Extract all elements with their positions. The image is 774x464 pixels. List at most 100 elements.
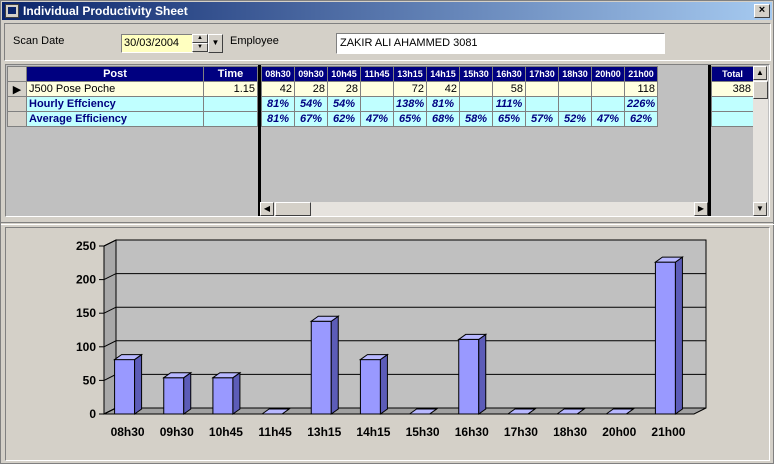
hour-value-cell[interactable] xyxy=(459,96,493,112)
hour-column-header[interactable]: 11h45 xyxy=(360,66,394,82)
scan-date-input[interactable]: 30/03/2004 xyxy=(121,34,193,53)
hour-value-cell[interactable]: 28 xyxy=(327,81,361,97)
row-selector[interactable] xyxy=(7,96,27,112)
hour-value-cell[interactable]: 111% xyxy=(492,96,526,112)
scroll-right-icon[interactable]: ▶ xyxy=(694,202,708,216)
hour-column-header[interactable]: 09h30 xyxy=(294,66,328,82)
hour-value-cell[interactable]: 68% xyxy=(426,111,460,127)
scroll-up-icon[interactable]: ▲ xyxy=(753,66,767,80)
x-tick-label: 18h30 xyxy=(553,425,587,439)
scroll-down-icon[interactable]: ▼ xyxy=(753,202,767,216)
hour-value-cell[interactable]: 81% xyxy=(426,96,460,112)
hour-value-cell[interactable]: 67% xyxy=(294,111,328,127)
bar-side xyxy=(478,333,487,415)
date-dropdown-button[interactable]: ▼ xyxy=(208,34,223,53)
post-cell[interactable]: Hourly Effciency xyxy=(26,96,204,112)
table-row[interactable]: 81% 54% 54% 138% 81% 111% 226% xyxy=(261,96,658,112)
hour-value-cell[interactable] xyxy=(525,81,559,97)
post-column-header[interactable]: Post xyxy=(26,66,204,82)
hour-value-cell[interactable] xyxy=(525,96,559,112)
hour-column-header[interactable]: 13h15 xyxy=(393,66,427,82)
hour-value-cell[interactable]: 65% xyxy=(492,111,526,127)
time-column-header[interactable]: Time xyxy=(203,66,258,82)
hour-column-header[interactable]: 10h45 xyxy=(327,66,361,82)
bar-13h15 xyxy=(309,315,340,415)
bar-front xyxy=(359,359,381,415)
spin-up-icon[interactable]: ▲ xyxy=(192,34,208,43)
hour-value-cell[interactable]: 138% xyxy=(393,96,427,112)
post-cell[interactable]: Average Efficiency xyxy=(26,111,204,127)
bar-21h00 xyxy=(653,256,684,415)
hour-value-cell[interactable]: 52% xyxy=(558,111,592,127)
hour-value-cell[interactable]: 58% xyxy=(459,111,493,127)
hour-column-header[interactable]: 17h30 xyxy=(525,66,559,82)
close-button[interactable]: × xyxy=(754,4,770,18)
hour-value-cell[interactable] xyxy=(360,81,394,97)
hour-column-header[interactable]: 14h15 xyxy=(426,66,460,82)
hour-value-cell[interactable]: 62% xyxy=(624,111,658,127)
hour-value-cell[interactable] xyxy=(459,81,493,97)
row-pointer-icon[interactable]: ▶ xyxy=(7,81,27,97)
hour-value-cell[interactable]: 226% xyxy=(624,96,658,112)
vertical-scroll-thumb[interactable] xyxy=(753,81,768,99)
hour-value-cell[interactable] xyxy=(558,96,592,112)
hour-value-cell[interactable] xyxy=(591,81,625,97)
hour-value-cell[interactable]: 72 xyxy=(393,81,427,97)
total-grid: Total 388 xyxy=(711,66,754,127)
hour-value-cell[interactable]: 65% xyxy=(393,111,427,127)
total-cell[interactable]: 388 xyxy=(711,81,754,97)
table-row[interactable]: Average Efficiency xyxy=(7,111,258,127)
row-selector[interactable] xyxy=(7,111,27,127)
hour-column-header[interactable]: 18h30 xyxy=(558,66,592,82)
hour-value-cell[interactable]: 47% xyxy=(360,111,394,127)
hour-column-header[interactable]: 16h30 xyxy=(492,66,526,82)
scroll-left-icon[interactable]: ◀ xyxy=(260,202,274,216)
y-tick-label: 50 xyxy=(83,373,97,387)
bar-side xyxy=(674,256,683,415)
bar-front xyxy=(163,377,185,415)
hour-value-cell[interactable]: 81% xyxy=(261,111,295,127)
x-tick-label: 14h15 xyxy=(356,425,390,439)
date-spinner[interactable]: ▲ ▼ xyxy=(192,34,208,53)
hour-column-header[interactable]: 20h00 xyxy=(591,66,625,82)
window-title: Individual Productivity Sheet xyxy=(23,4,188,18)
employee-input[interactable]: ZAKIR ALI AHAMMED 3081 xyxy=(336,33,665,54)
time-cell[interactable]: 1.15 xyxy=(203,81,258,97)
horizontal-scroll-thumb[interactable] xyxy=(275,202,311,216)
hour-value-cell[interactable]: 47% xyxy=(591,111,625,127)
hour-value-cell[interactable]: 57% xyxy=(525,111,559,127)
table-row[interactable]: 42 28 28 72 42 58 118 xyxy=(261,81,658,97)
post-cell[interactable]: J500 Pose Poche xyxy=(26,81,204,97)
spin-down-icon[interactable]: ▼ xyxy=(192,43,208,52)
y-tick-label: 200 xyxy=(76,273,96,287)
hour-value-cell[interactable] xyxy=(591,96,625,112)
hour-value-cell[interactable]: 42 xyxy=(261,81,295,97)
hour-value-cell[interactable]: 28 xyxy=(294,81,328,97)
horizontal-scrollbar[interactable]: ◀ ▶ xyxy=(260,202,708,216)
hour-value-cell[interactable]: 54% xyxy=(294,96,328,112)
total-column-header[interactable]: Total xyxy=(711,66,754,82)
title-bar[interactable]: Individual Productivity Sheet × xyxy=(2,2,772,20)
time-cell[interactable] xyxy=(203,96,258,112)
chart-back-wall xyxy=(115,239,707,409)
hour-column-header[interactable]: 21h00 xyxy=(624,66,658,82)
hour-value-cell[interactable]: 54% xyxy=(327,96,361,112)
hour-value-cell[interactable]: 118 xyxy=(624,81,658,97)
hour-value-cell[interactable]: 58 xyxy=(492,81,526,97)
hour-column-header[interactable]: 08h30 xyxy=(261,66,295,82)
hour-value-cell[interactable]: 81% xyxy=(261,96,295,112)
total-cell[interactable] xyxy=(711,96,754,112)
time-cell[interactable] xyxy=(203,111,258,127)
hour-value-cell[interactable] xyxy=(360,96,394,112)
hour-value-cell[interactable] xyxy=(558,81,592,97)
total-cell[interactable] xyxy=(711,111,754,127)
hour-value-cell[interactable]: 62% xyxy=(327,111,361,127)
table-row[interactable]: Hourly Effciency xyxy=(7,96,258,112)
x-tick-label: 20h00 xyxy=(602,425,636,439)
employee-label: Employee xyxy=(230,35,279,47)
table-row[interactable]: ▶ J500 Pose Poche 1.15 xyxy=(7,81,258,97)
table-row[interactable]: 81% 67% 62% 47% 65% 68% 58% 65% 57% 52% 47% 62% xyxy=(261,111,658,127)
hour-column-header[interactable]: 15h30 xyxy=(459,66,493,82)
vertical-scrollbar[interactable]: ▲ ▼ xyxy=(753,66,768,216)
hour-value-cell[interactable]: 42 xyxy=(426,81,460,97)
